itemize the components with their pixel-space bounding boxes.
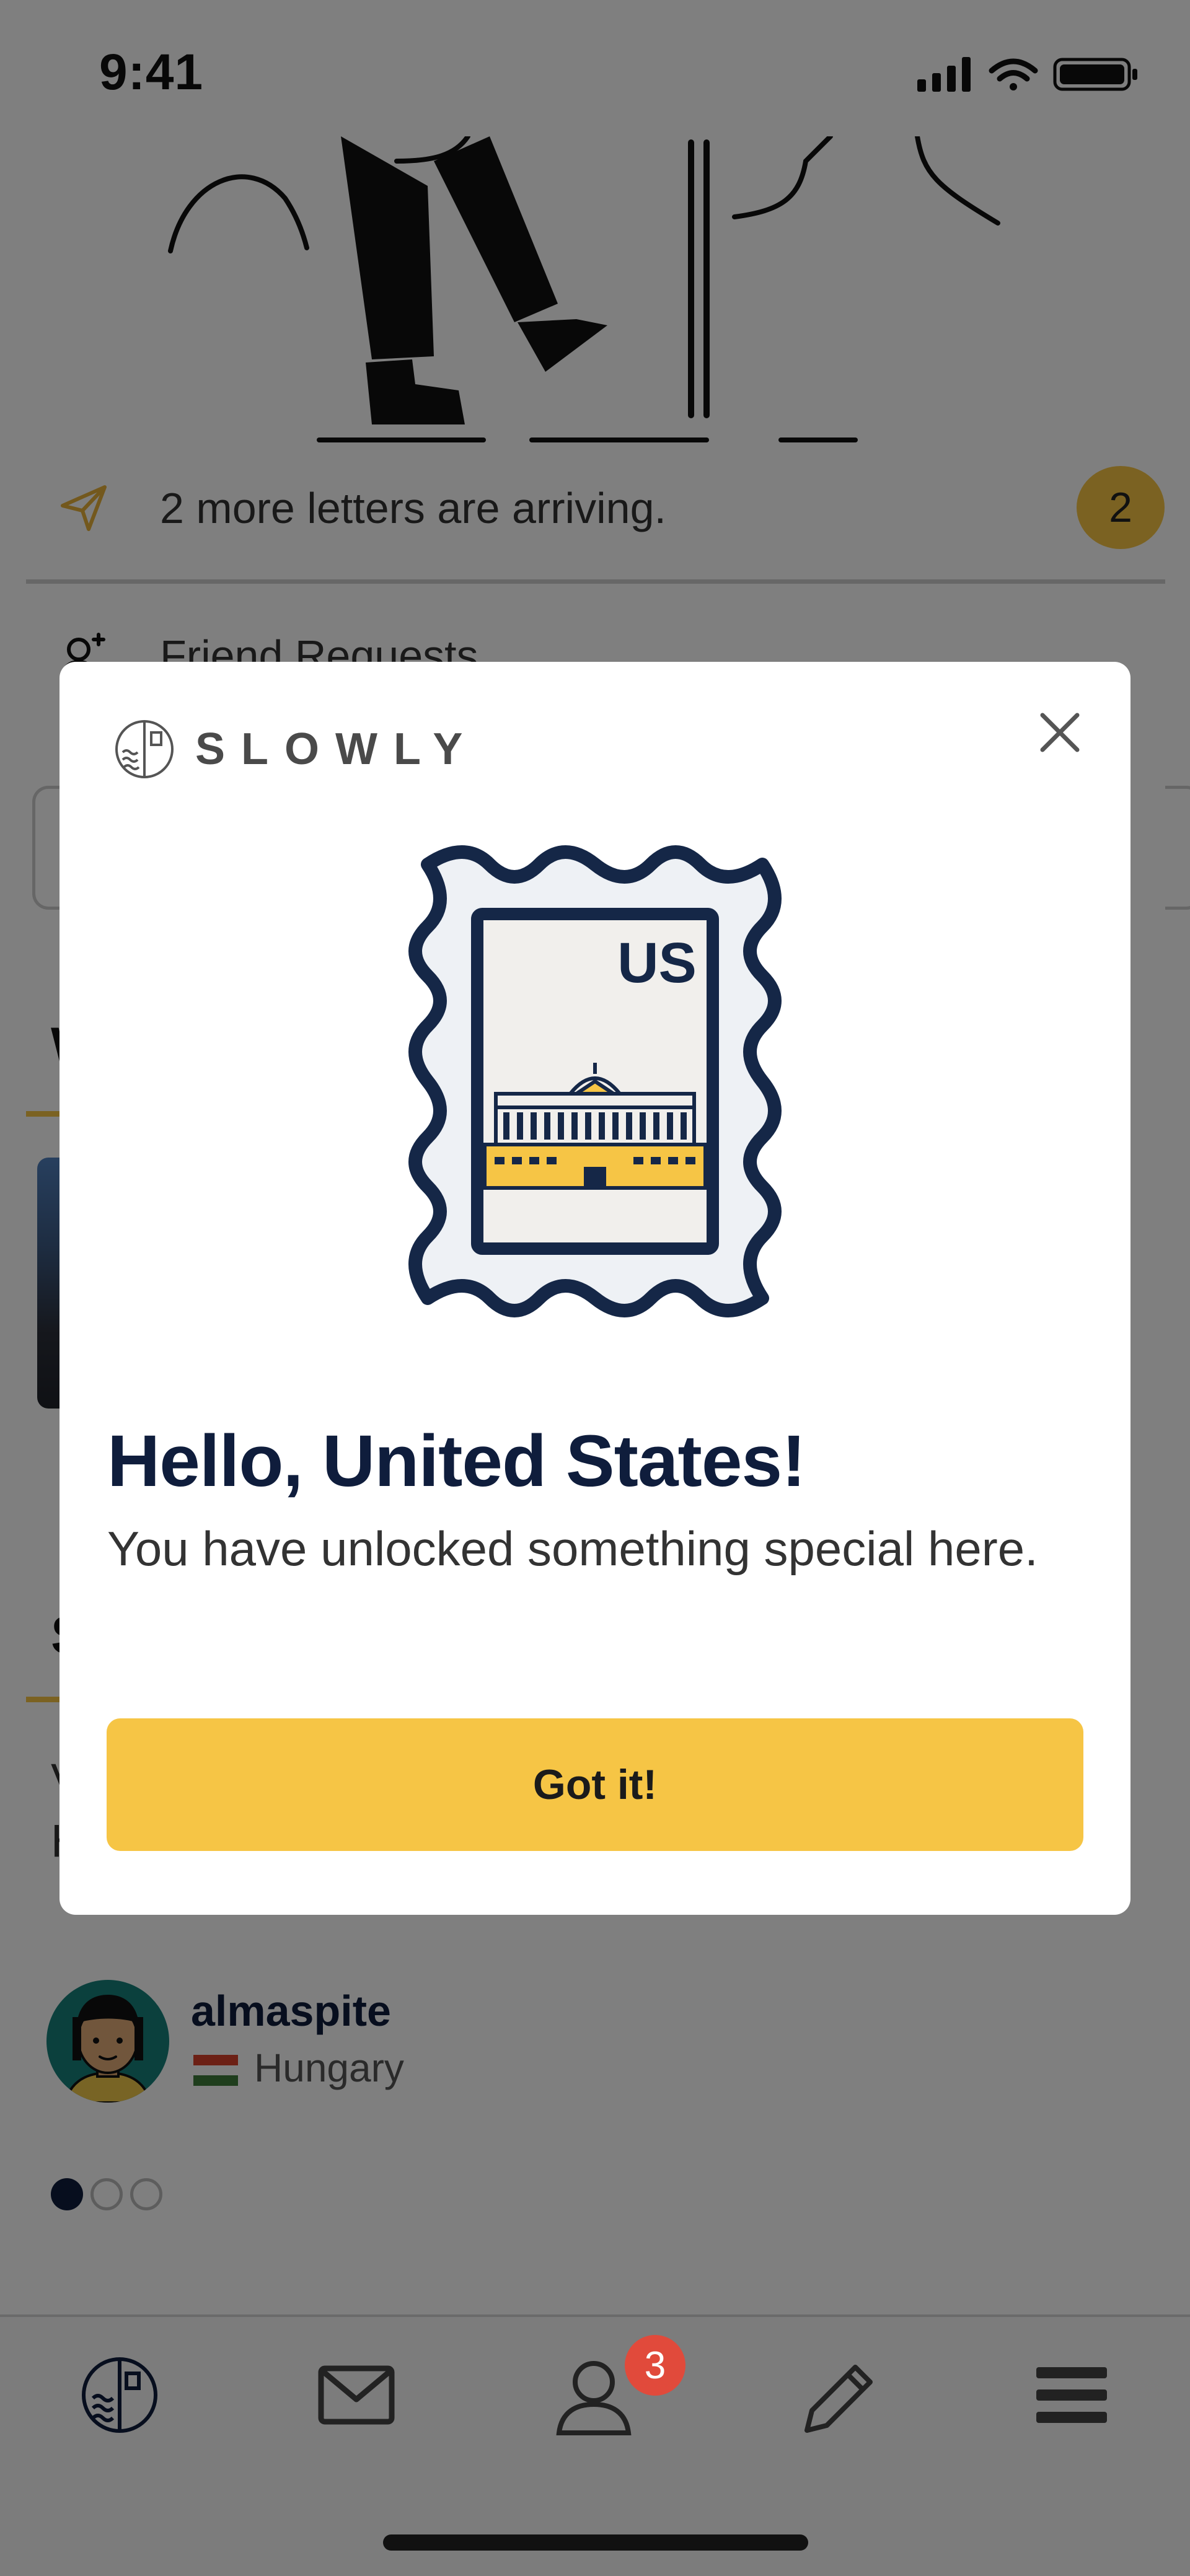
got-it-button[interactable]: Got it! (107, 1718, 1083, 1851)
brand-name: SLOWLY (195, 724, 479, 774)
modal-title: Hello, United States! (107, 1420, 806, 1502)
stamp-country-code: US (617, 931, 697, 995)
close-icon[interactable] (1035, 708, 1085, 757)
modal-subtitle: You have unlocked something special here… (107, 1521, 1038, 1576)
home-indicator[interactable] (383, 2534, 808, 2551)
friends-badge: 3 (625, 2335, 685, 2396)
slowly-logo-icon (115, 720, 174, 778)
us-stamp-illustration: US (408, 845, 782, 1317)
